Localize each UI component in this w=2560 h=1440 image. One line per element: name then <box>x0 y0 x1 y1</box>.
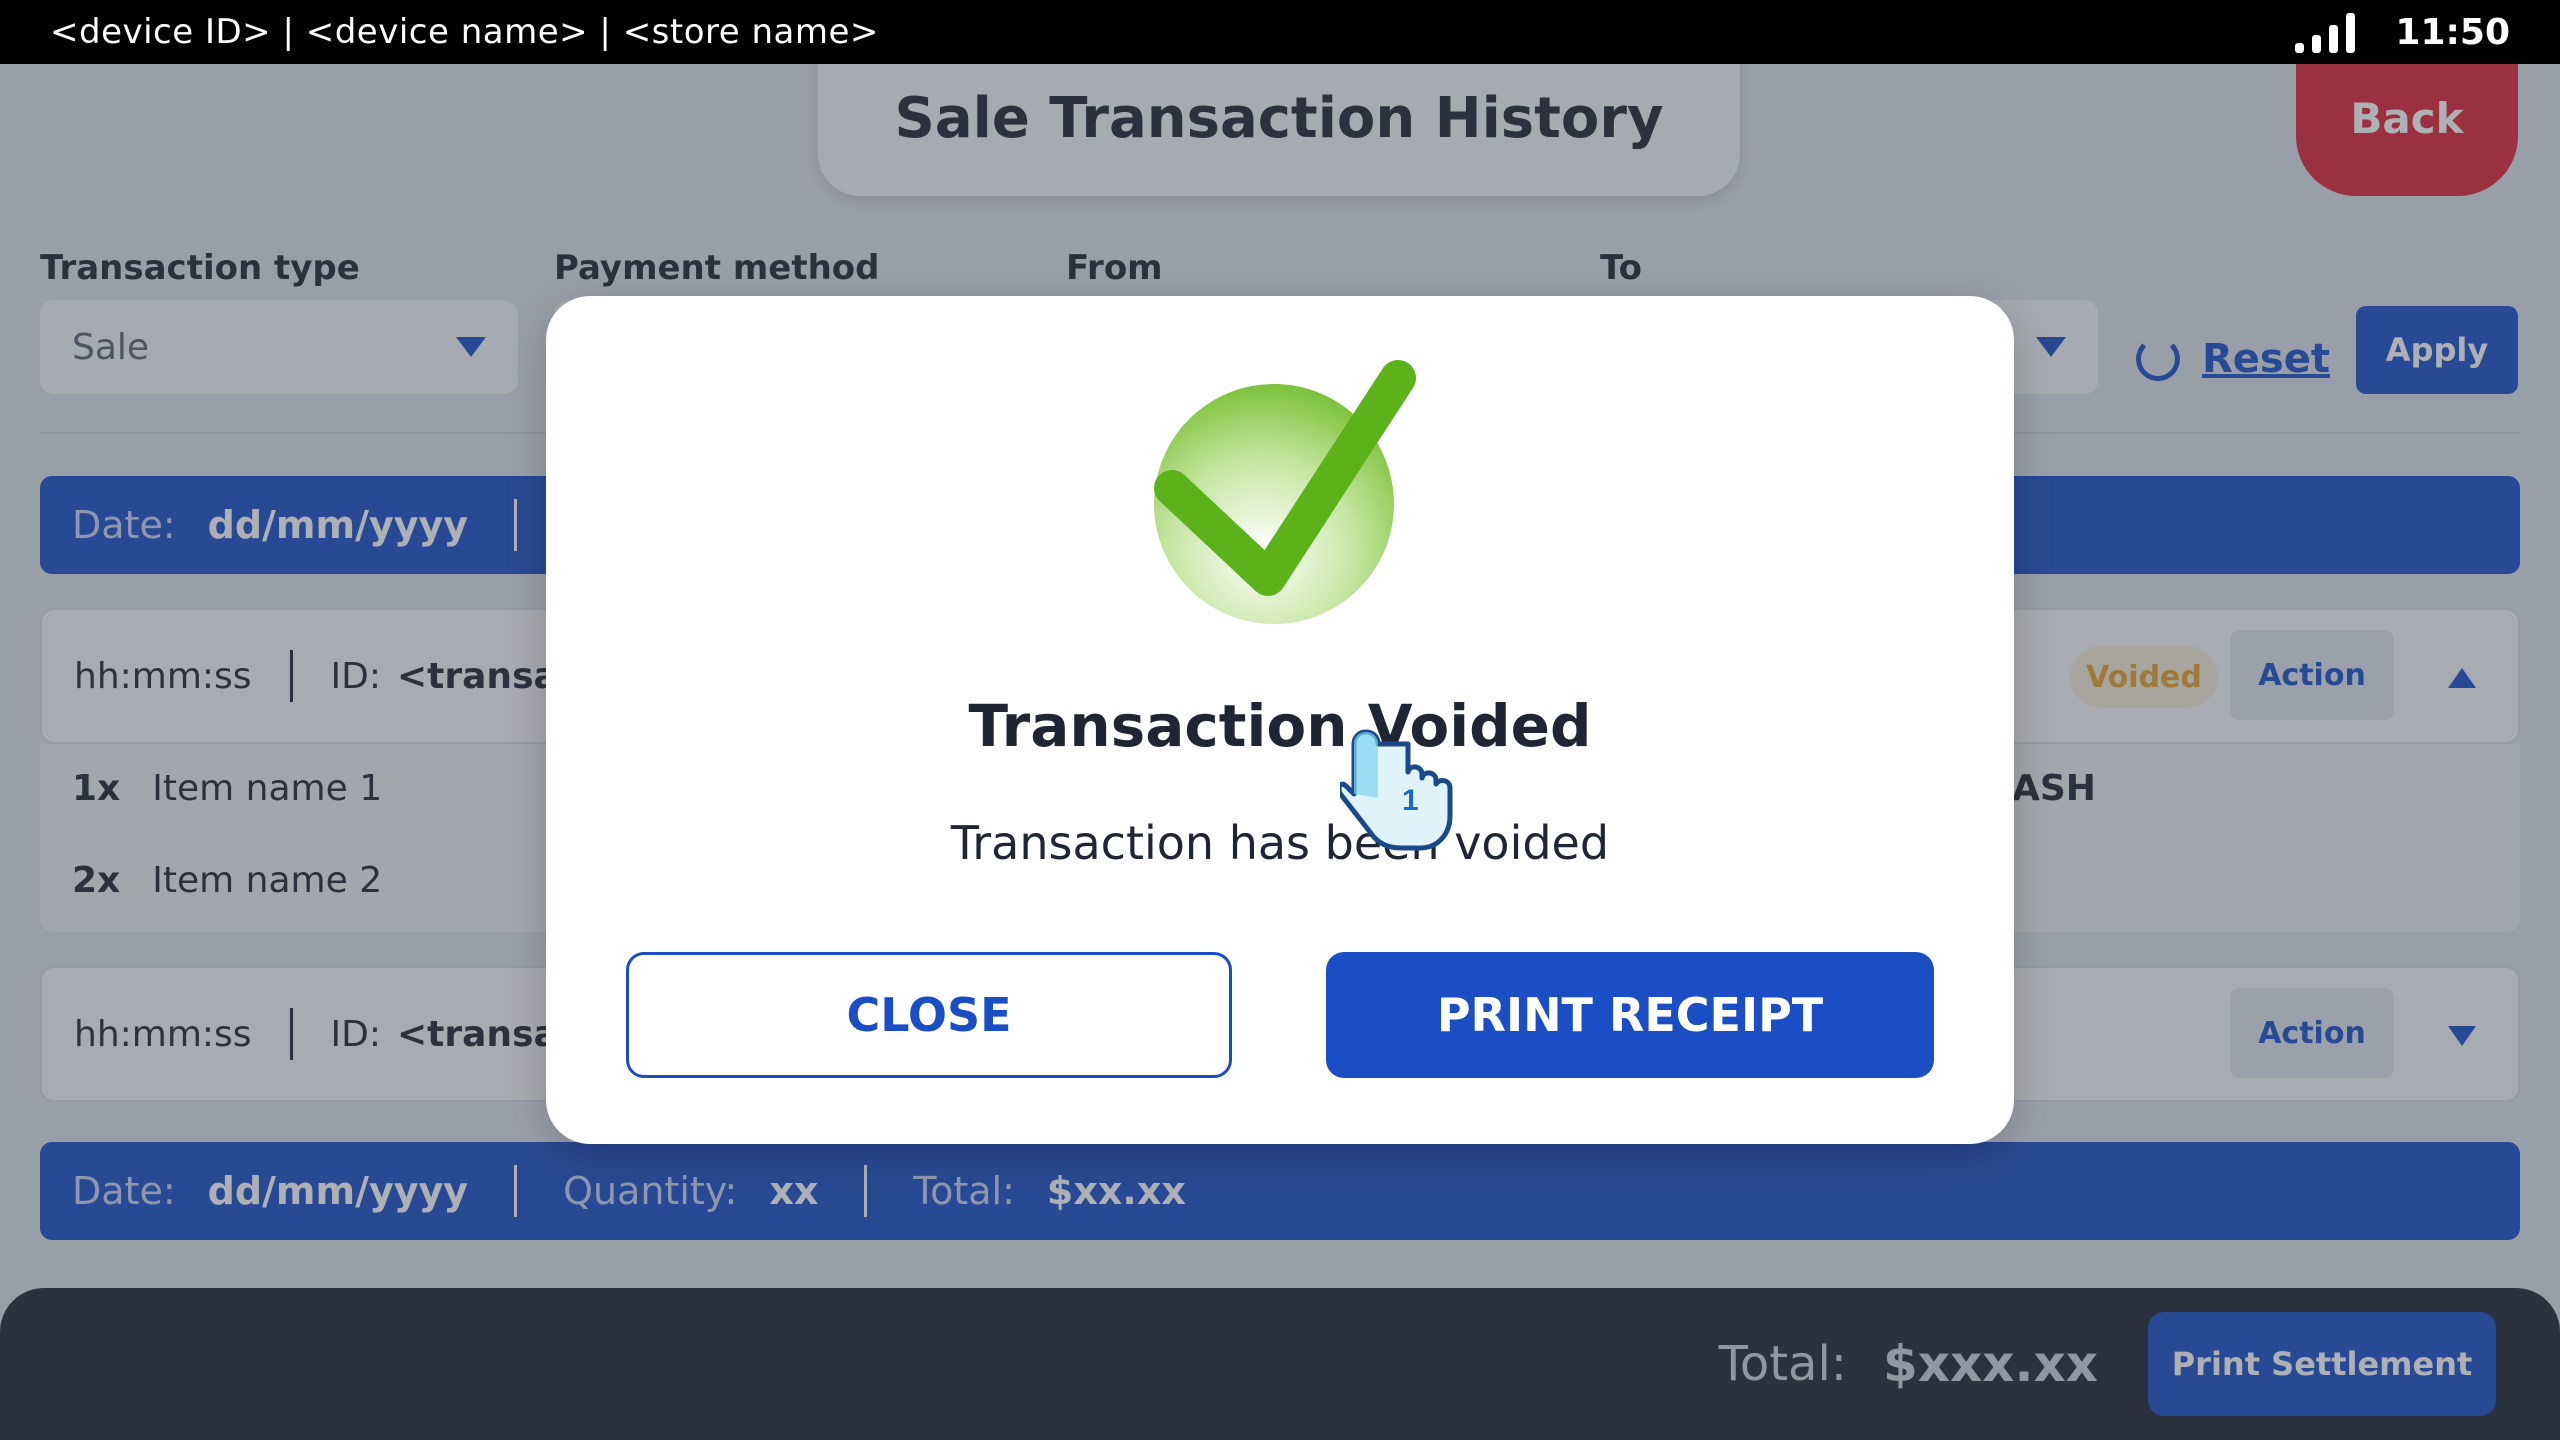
void-confirmation-dialog: Transaction Voided Transaction has been … <box>546 296 2014 1144</box>
close-button[interactable]: CLOSE <box>626 952 1232 1078</box>
signal-bars-icon <box>2295 11 2356 53</box>
dialog-title: Transaction Voided <box>968 692 1592 760</box>
checkmark-icon <box>1154 360 1416 624</box>
device-info: <device ID> | <device name> | <store nam… <box>50 12 879 52</box>
svg-text:1: 1 <box>1402 784 1419 817</box>
hand-pointer-icon: 1 <box>1340 729 1453 851</box>
dialog-message: Transaction has been voided <box>950 816 1610 870</box>
print-receipt-button[interactable]: PRINT RECEIPT <box>1326 952 1934 1078</box>
clock: 11:50 <box>2395 11 2510 53</box>
status-bar: <device ID> | <device name> | <store nam… <box>0 0 2560 64</box>
